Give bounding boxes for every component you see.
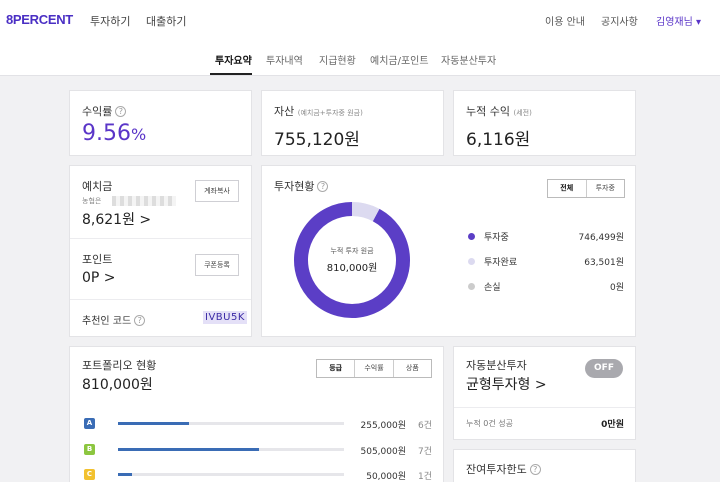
portfolio-count-a: 6건	[417, 421, 432, 431]
legend-value-active: 746,499원	[578, 233, 625, 243]
tab-history[interactable]: 투자내역	[266, 52, 303, 67]
return-rate-card: 수익률? 9.56%	[69, 90, 252, 156]
nav-invest[interactable]: 투자하기	[90, 13, 130, 29]
filter-grade[interactable]: 등급	[317, 360, 354, 377]
remaining-limit-card: 잔여투자한도?	[453, 449, 636, 482]
assets-sub: (예치금+투자중 원금)	[297, 109, 363, 117]
tab-auto-invest[interactable]: 자동분산투자	[441, 52, 496, 67]
nav-loan[interactable]: 대출하기	[146, 13, 186, 29]
copy-account-button[interactable]: 계좌복사	[195, 180, 239, 202]
investment-filter: 전체 투자중	[547, 179, 625, 198]
active-tab-indicator	[210, 73, 252, 75]
cum-label: 누적 수익	[466, 105, 510, 118]
legend-dot-active	[468, 233, 475, 240]
tab-payments[interactable]: 지급현황	[319, 52, 356, 67]
assets-card: 자산 (예치금+투자중 원금) 755,120원	[261, 90, 444, 156]
legend-dot-complete	[468, 258, 475, 265]
divider	[70, 299, 251, 300]
deposit-label: 예치금	[82, 180, 113, 193]
legend-value-complete: 63,501원	[584, 258, 624, 268]
portfolio-title: 포트폴리오 현황	[82, 359, 157, 372]
portfolio-card: 포트폴리오 현황 810,000원 등급 수익률 상품 A 255,000원 6…	[69, 346, 444, 482]
portfolio-bar-a	[118, 422, 190, 425]
filter-return[interactable]: 수익률	[354, 360, 392, 377]
points-value[interactable]: 0P >	[82, 270, 116, 286]
portfolio-count-c: 1건	[417, 472, 432, 482]
tab-summary[interactable]: 투자요약	[215, 52, 252, 67]
auto-invest-strategy[interactable]: 균형투자형 >	[466, 374, 547, 394]
legend-dot-loss	[468, 283, 475, 290]
portfolio-amount-a: 255,000원	[360, 421, 407, 431]
donut-center-value: 810,000원	[326, 263, 378, 274]
portfolio-bar-track	[118, 473, 344, 476]
portfolio-count-b: 7건	[417, 447, 432, 457]
filter-active[interactable]: 투자중	[585, 180, 625, 197]
help-icon[interactable]: ?	[317, 181, 329, 192]
legend-label-active: 투자중	[484, 233, 509, 243]
return-value: 9.56%	[82, 121, 147, 146]
portfolio-bar-c	[118, 473, 132, 476]
filter-product[interactable]: 상품	[392, 360, 431, 377]
auto-invest-title: 자동분산투자	[466, 359, 527, 372]
auto-invest-count: 누적 0건 성공	[466, 419, 513, 428]
deposit-value[interactable]: 8,621원 >	[82, 209, 151, 229]
grade-badge-c: C	[84, 469, 95, 480]
portfolio-filter: 등급 수익률 상품	[316, 359, 432, 378]
portfolio-bar-b	[118, 448, 259, 451]
donut-slice-complete	[351, 202, 380, 222]
referral-label: 추천인 코드	[82, 316, 132, 327]
help-icon[interactable]: ?	[134, 315, 146, 326]
investment-title: 투자현황	[274, 180, 315, 193]
cumulative-return-card: 누적 수익 (세전) 6,116원	[453, 90, 636, 156]
points-label: 포인트	[82, 253, 113, 266]
cum-sub: (세전)	[513, 109, 532, 117]
grade-badge-b: B	[84, 444, 95, 455]
remaining-limit-title: 잔여투자한도	[466, 463, 527, 476]
auto-invest-card: 자동분산투자 OFF 균형투자형 > 누적 0건 성공 0만원	[453, 346, 636, 440]
help-icon[interactable]: ?	[115, 106, 127, 117]
return-label: 수익률	[82, 105, 113, 118]
auto-invest-amount: 0만원	[601, 420, 624, 430]
bank-name: 농협은	[82, 197, 102, 205]
top-navigation: 8PERCENT 투자하기 대출하기 이용 안내 공지사항 김영재님 ▾	[0, 0, 720, 40]
filter-all[interactable]: 전체	[548, 180, 586, 197]
nav-guide[interactable]: 이용 안내	[545, 13, 585, 28]
assets-value: 755,120원	[274, 130, 360, 150]
legend-label-complete: 투자완료	[484, 258, 518, 268]
assets-label: 자산	[274, 105, 295, 118]
legend-label-loss: 손실	[484, 283, 501, 293]
divider	[70, 238, 251, 239]
deposit-card: 예치금 농협은 8,621원 > 계좌복사 포인트 0P > 쿠폰등록 추천인 …	[69, 165, 252, 337]
donut-center-label: 누적 투자 원금	[330, 247, 374, 255]
auto-invest-toggle[interactable]: OFF	[585, 359, 623, 378]
portfolio-bar-track	[118, 422, 344, 425]
tab-deposit-points[interactable]: 예치금/포인트	[370, 52, 429, 67]
divider	[454, 407, 635, 408]
logo[interactable]: 8PERCENT	[6, 12, 73, 27]
help-icon[interactable]: ?	[529, 464, 541, 475]
sub-tabs: 투자요약 투자내역 지급현황 예치금/포인트 자동분산투자	[0, 40, 720, 76]
referral-code[interactable]: IVBU5K	[203, 311, 247, 324]
investment-status-card: 투자현황? 전체 투자중 누적 투자 원금 810,000원 투자중 746,4…	[261, 165, 636, 337]
portfolio-bar-track	[118, 448, 344, 451]
portfolio-amount-c: 50,000원	[366, 472, 406, 482]
portfolio-amount-b: 505,000원	[360, 447, 407, 457]
legend-value-loss: 0원	[609, 283, 624, 293]
grade-badge-a: A	[84, 418, 95, 429]
portfolio-total: 810,000원	[82, 377, 153, 393]
cum-value: 6,116원	[466, 130, 531, 150]
coupon-register-button[interactable]: 쿠폰등록	[195, 254, 239, 276]
nav-notice[interactable]: 공지사항	[601, 13, 638, 28]
user-menu[interactable]: 김영재님 ▾	[656, 13, 701, 28]
masked-account-number	[112, 196, 176, 206]
